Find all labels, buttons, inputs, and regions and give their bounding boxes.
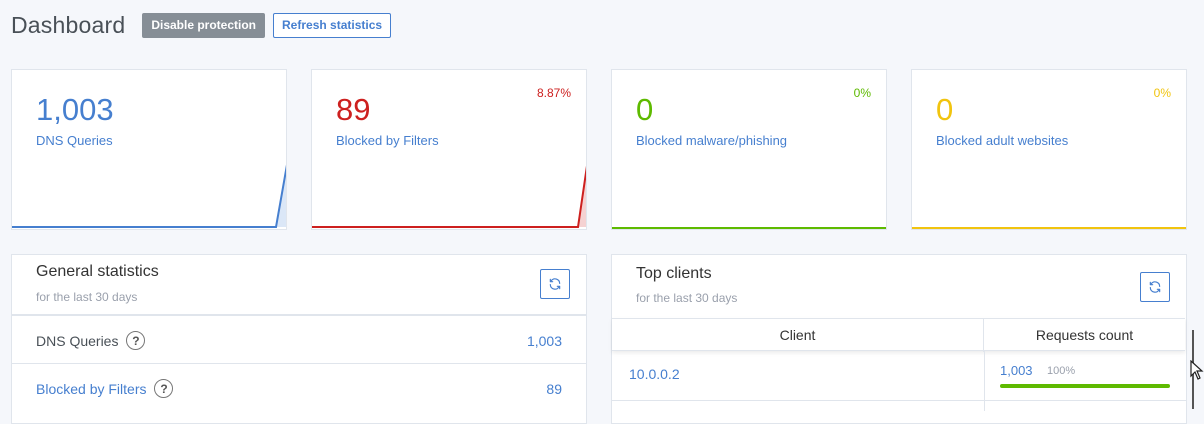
stat-row-blocked-filters[interactable]: Blocked by Filters ? — [36, 379, 174, 398]
client-ip[interactable]: 10.0.0.2 — [629, 366, 680, 382]
stat-value: 1,003 — [36, 92, 114, 127]
row-divider — [612, 400, 1186, 401]
stat-percent: 8.87% — [536, 86, 571, 100]
row-label[interactable]: Blocked by Filters — [36, 381, 146, 397]
row-value: 89 — [546, 381, 562, 397]
page-title: Dashboard — [11, 11, 126, 38]
stat-label: DNS Queries — [36, 133, 113, 148]
top-clients-refresh-button[interactable] — [1140, 272, 1170, 302]
adult-sparkline — [912, 227, 1186, 229]
general-statistics-panel: General statistics for the last 30 days … — [11, 254, 587, 424]
panel-divider — [12, 314, 586, 316]
mouse-cursor-icon — [1190, 360, 1204, 380]
top-clients-panel: Top clients for the last 30 days Client … — [611, 254, 1187, 424]
clients-table-header: Client Requests count — [612, 318, 1185, 352]
column-header-requests[interactable]: Requests count — [984, 319, 1185, 352]
stat-row-dns-queries: DNS Queries ? — [36, 331, 146, 350]
stat-percent: 0% — [853, 86, 871, 100]
refresh-statistics-button[interactable]: Refresh statistics — [273, 12, 392, 38]
stat-card-blocked-filters: 89 Blocked by Filters 8.87% — [311, 69, 587, 230]
request-count: 1,003 — [1000, 363, 1033, 378]
help-icon[interactable]: ? — [154, 379, 174, 398]
row-value: 1,003 — [526, 333, 562, 349]
panel-subtitle: for the last 30 days — [36, 290, 138, 304]
panel-subtitle: for the last 30 days — [636, 291, 738, 305]
stat-label: Blocked adult websites — [936, 133, 1069, 148]
disable-protection-button[interactable]: Disable protection — [142, 12, 266, 38]
stat-card-dns-queries: 1,003 DNS Queries — [11, 69, 287, 230]
blocked-filters-sparkline — [312, 165, 586, 228]
stat-label: Blocked by Filters — [336, 133, 439, 148]
stat-value: 89 — [336, 92, 371, 127]
stat-value: 0 — [636, 92, 654, 127]
column-divider — [984, 351, 985, 411]
help-icon[interactable]: ? — [126, 331, 146, 350]
request-progress-fill — [1000, 384, 1170, 388]
panel-title: General statistics — [36, 263, 159, 280]
stat-card-blocked-malware: 0 Blocked malware/phishing 0% — [611, 69, 887, 230]
request-progress-bar — [1000, 384, 1170, 388]
refresh-icon — [1149, 281, 1161, 293]
dashboard-header: Dashboard Disable protection Refresh sta… — [11, 11, 392, 39]
refresh-icon — [549, 278, 561, 290]
panel-title: Top clients — [636, 265, 712, 282]
stat-label: Blocked malware/phishing — [636, 133, 788, 148]
stat-value: 0 — [936, 92, 954, 127]
general-refresh-button[interactable] — [540, 269, 570, 299]
stat-card-blocked-adult: 0 Blocked adult websites 0% — [911, 69, 1187, 230]
malware-sparkline — [612, 227, 886, 229]
row-divider — [12, 363, 586, 364]
dns-queries-sparkline — [12, 164, 286, 228]
stat-percent: 0% — [1153, 86, 1171, 100]
request-percent: 100% — [1047, 365, 1076, 377]
row-label: DNS Queries — [36, 332, 119, 349]
column-header-client[interactable]: Client — [612, 319, 984, 352]
